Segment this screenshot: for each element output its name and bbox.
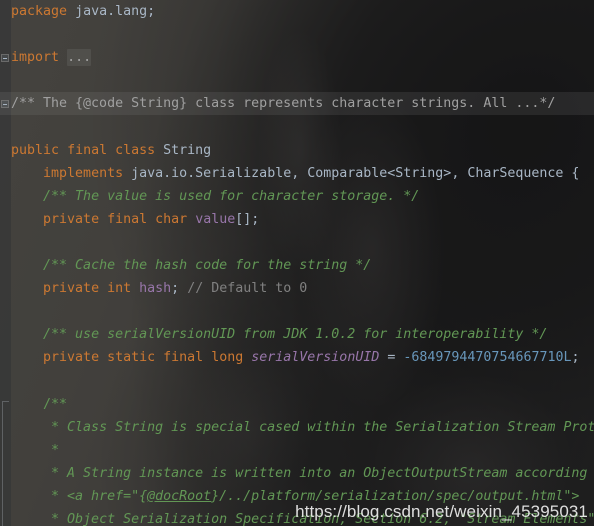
line-field-value[interactable]: private final char value[];	[0, 208, 594, 231]
line-class-decl-token-3	[107, 143, 115, 158]
line-javadoc-body-1-token-0	[11, 420, 51, 435]
line-javadoc-hash-token-0	[11, 258, 43, 273]
line-package-token-0: package	[11, 4, 68, 19]
line-javadoc-body-2[interactable]: *	[0, 439, 594, 462]
line-javadoc-open[interactable]: /**	[0, 393, 594, 416]
line-field-serialversionuid-token-6	[203, 350, 211, 365]
line-field-value-token-3: final	[107, 211, 148, 227]
line-field-value-token-7: value	[195, 211, 236, 227]
line-field-serialversionuid-token-12: ;	[571, 350, 580, 366]
line-field-serialversionuid-token-5: final	[163, 350, 204, 366]
line-import-folded-token-2: ...	[67, 49, 92, 67]
line-field-hash-token-4	[131, 281, 139, 296]
line-field-hash-token-5: hash	[139, 281, 172, 297]
line-field-hash[interactable]: private int hash; // Default to 0	[0, 277, 594, 300]
line-field-value-token-5: char	[155, 211, 188, 227]
line-class-javadoc-folded[interactable]: /** The {@code String} class represents …	[0, 92, 594, 116]
line-implements-token-2: java.io.Serializable, Comparable<String>…	[123, 165, 580, 181]
line-javadoc-serialversionuid-token-0	[11, 327, 43, 342]
line-implements-token-1: implements	[43, 165, 124, 181]
line-import-folded-token-0: import	[11, 50, 60, 66]
line-blank-3[interactable]	[0, 115, 594, 138]
line-field-hash-token-6: ;	[171, 281, 188, 297]
line-javadoc-body-2-token-1: *	[51, 442, 60, 458]
line-field-serialversionuid-token-10: =	[379, 350, 404, 366]
line-field-serialversionuid-token-11: -6849794470754667710L	[403, 350, 572, 366]
line-javadoc-serialversionuid[interactable]: /** use serialVersionUID from JDK 1.0.2 …	[0, 323, 594, 346]
line-javadoc-body-1[interactable]: * Class String is special cased within t…	[0, 416, 594, 439]
line-implements-token-0	[11, 166, 43, 181]
line-javadoc-serialversionuid-token-1: /** use serialVersionUID from JDK 1.0.2 …	[43, 327, 548, 343]
line-javadoc-body-4-token-2: @docRoot	[147, 488, 212, 504]
line-javadoc-body-4-token-0	[11, 489, 51, 504]
line-javadoc-body-3-token-1: * A String instance is written into an O…	[51, 465, 594, 481]
line-field-value-token-1: private	[43, 211, 100, 227]
line-field-serialversionuid-token-2	[99, 350, 107, 365]
line-field-value-token-0	[11, 212, 43, 227]
line-field-serialversionuid-token-0	[11, 350, 43, 365]
line-field-hash-token-7: // Default to 0	[187, 281, 308, 297]
line-field-hash-token-3: int	[107, 281, 132, 297]
line-field-value-token-8: [];	[235, 211, 260, 227]
line-javadoc-open-token-1: /**	[43, 396, 68, 412]
line-javadoc-body-2-token-0	[11, 443, 51, 458]
line-javadoc-value-token-0	[11, 189, 43, 204]
line-field-value-token-6	[187, 212, 195, 227]
line-field-hash-token-1: private	[43, 281, 100, 297]
line-field-serialversionuid-token-7: long	[211, 350, 244, 366]
line-blank-6[interactable]	[0, 370, 594, 393]
line-blank-5[interactable]	[0, 300, 594, 323]
line-class-decl[interactable]: public final class String	[0, 139, 594, 162]
line-javadoc-body-5-token-0	[11, 512, 51, 526]
line-javadoc-hash-token-1: /** Cache the hash code for the string *…	[43, 258, 372, 274]
line-javadoc-body-1-token-1: * Class String is special cased within t…	[51, 419, 594, 435]
line-field-serialversionuid[interactable]: private static final long serialVersionU…	[0, 346, 594, 369]
line-class-decl-token-5	[155, 143, 163, 158]
line-package[interactable]: package java.lang;	[0, 0, 594, 23]
line-field-hash-token-0	[11, 281, 43, 296]
line-import-folded-token-1	[59, 50, 67, 65]
line-class-decl-token-6: String	[163, 142, 212, 158]
line-class-decl-token-4: class	[115, 142, 156, 158]
line-implements[interactable]: implements java.io.Serializable, Compara…	[0, 162, 594, 185]
line-field-value-token-4	[147, 212, 155, 227]
code-content[interactable]: package java.lang; import ... /** The {@…	[0, 0, 594, 526]
line-field-value-token-2	[99, 212, 107, 227]
line-field-serialversionuid-token-4	[155, 350, 163, 365]
line-javadoc-open-token-0	[11, 397, 43, 412]
line-class-decl-token-2: final	[67, 142, 108, 158]
line-blank-1[interactable]	[0, 23, 594, 46]
line-import-folded[interactable]: import ...	[0, 46, 594, 69]
line-javadoc-value[interactable]: /** The value is used for character stor…	[0, 185, 594, 208]
code-editor[interactable]: package java.lang; import ... /** The {@…	[0, 0, 594, 526]
line-field-serialversionuid-token-3: static	[107, 350, 156, 366]
line-blank-2[interactable]	[0, 69, 594, 92]
line-class-javadoc-folded-token-0: /** The {@code String} class represents …	[11, 96, 556, 112]
line-blank-4[interactable]	[0, 231, 594, 254]
line-javadoc-hash[interactable]: /** Cache the hash code for the string *…	[0, 254, 594, 277]
line-javadoc-body-3[interactable]: * A String instance is written into an O…	[0, 462, 594, 485]
line-package-token-1	[67, 4, 75, 19]
line-field-serialversionuid-token-1: private	[43, 350, 100, 366]
line-field-hash-token-2	[99, 281, 107, 296]
line-field-serialversionuid-token-9: serialVersionUID	[251, 350, 380, 366]
line-class-decl-token-1	[59, 143, 67, 158]
line-class-decl-token-0: public	[11, 142, 60, 158]
line-javadoc-body-4-token-1: * <a href="{	[51, 488, 148, 504]
line-javadoc-body-3-token-0	[11, 466, 51, 481]
line-package-token-2: java.lang;	[75, 4, 156, 19]
csdn-watermark: https://blog.csdn.net/weixin_45395031	[295, 502, 588, 521]
line-javadoc-value-token-1: /** The value is used for character stor…	[43, 188, 420, 204]
